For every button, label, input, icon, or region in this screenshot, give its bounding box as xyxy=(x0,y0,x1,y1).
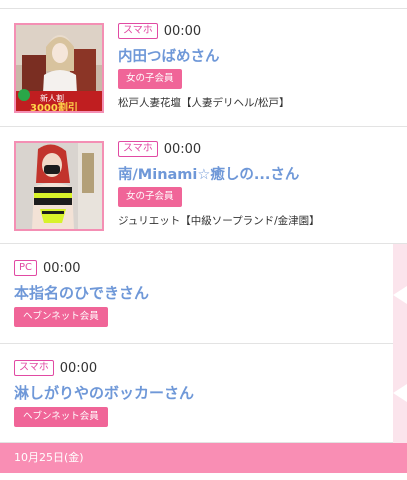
profile-photo xyxy=(16,143,102,229)
member-type-badge: ヘブンネット会員 xyxy=(14,407,108,427)
member-name-link[interactable]: 内田つばめさん xyxy=(118,45,220,66)
side-tab-strip xyxy=(393,244,407,443)
side-arrow-icon xyxy=(393,286,407,304)
thumb-label-2: 3000割引 xyxy=(30,101,78,111)
profile-photo: 新人割 3000割引 xyxy=(16,25,102,111)
post-time: 00:00 xyxy=(43,260,81,276)
entry-meta: スマホ 00:00 xyxy=(14,360,97,376)
date-header: 10月25日(金) xyxy=(0,443,407,473)
device-tag: スマホ xyxy=(118,23,158,39)
post-time: 00:00 xyxy=(163,23,202,39)
feed-entry[interactable]: スマホ 00:00 南/Minami☆癒しの...さん 女の子会員 ジュリエット… xyxy=(0,127,407,244)
entry-meta: スマホ 00:00 xyxy=(118,141,201,157)
entry-meta: スマホ 00:00 xyxy=(118,23,201,39)
member-type-badge: 女の子会員 xyxy=(118,187,182,207)
entry-meta: PC 00:00 xyxy=(14,260,80,276)
thumb-label-1: 新人割 xyxy=(40,93,64,103)
member-type-badge: ヘブンネット会員 xyxy=(14,307,108,327)
profile-thumbnail[interactable] xyxy=(14,141,104,231)
member-name-link[interactable]: 淋しがりやのボッカーさん xyxy=(14,382,194,403)
message-feed: 新人割 3000割引 スマホ 00:00 内田つばめさん 女の子会員 松戸人妻花… xyxy=(0,0,407,480)
member-name-link[interactable]: 本指名のひできさん xyxy=(14,282,149,303)
feed-entry[interactable]: 新人割 3000割引 スマホ 00:00 内田つばめさん 女の子会員 松戸人妻花… xyxy=(0,9,407,127)
feed-entry[interactable]: スマホ 00:00 淋しがりやのボッカーさん ヘブンネット会員 xyxy=(0,344,407,443)
shop-name[interactable]: ジュリエット【中級ソープランド/金津園】 xyxy=(118,213,320,228)
profile-thumbnail[interactable]: 新人割 3000割引 xyxy=(14,23,104,113)
side-arrow-icon xyxy=(393,384,407,402)
device-tag: スマホ xyxy=(14,360,54,376)
member-type-badge: 女の子会員 xyxy=(118,69,182,89)
post-time: 00:00 xyxy=(163,141,202,157)
shop-name[interactable]: 松戸人妻花壇【人妻デリヘル/松戸】 xyxy=(118,95,290,110)
device-tag: PC xyxy=(14,260,38,276)
member-name-link[interactable]: 南/Minami☆癒しの...さん xyxy=(118,163,299,184)
post-time: 00:00 xyxy=(59,360,98,376)
feed-entry[interactable]: PC 00:00 本指名のひできさん ヘブンネット会員 xyxy=(0,244,407,344)
device-tag: スマホ xyxy=(118,141,158,157)
